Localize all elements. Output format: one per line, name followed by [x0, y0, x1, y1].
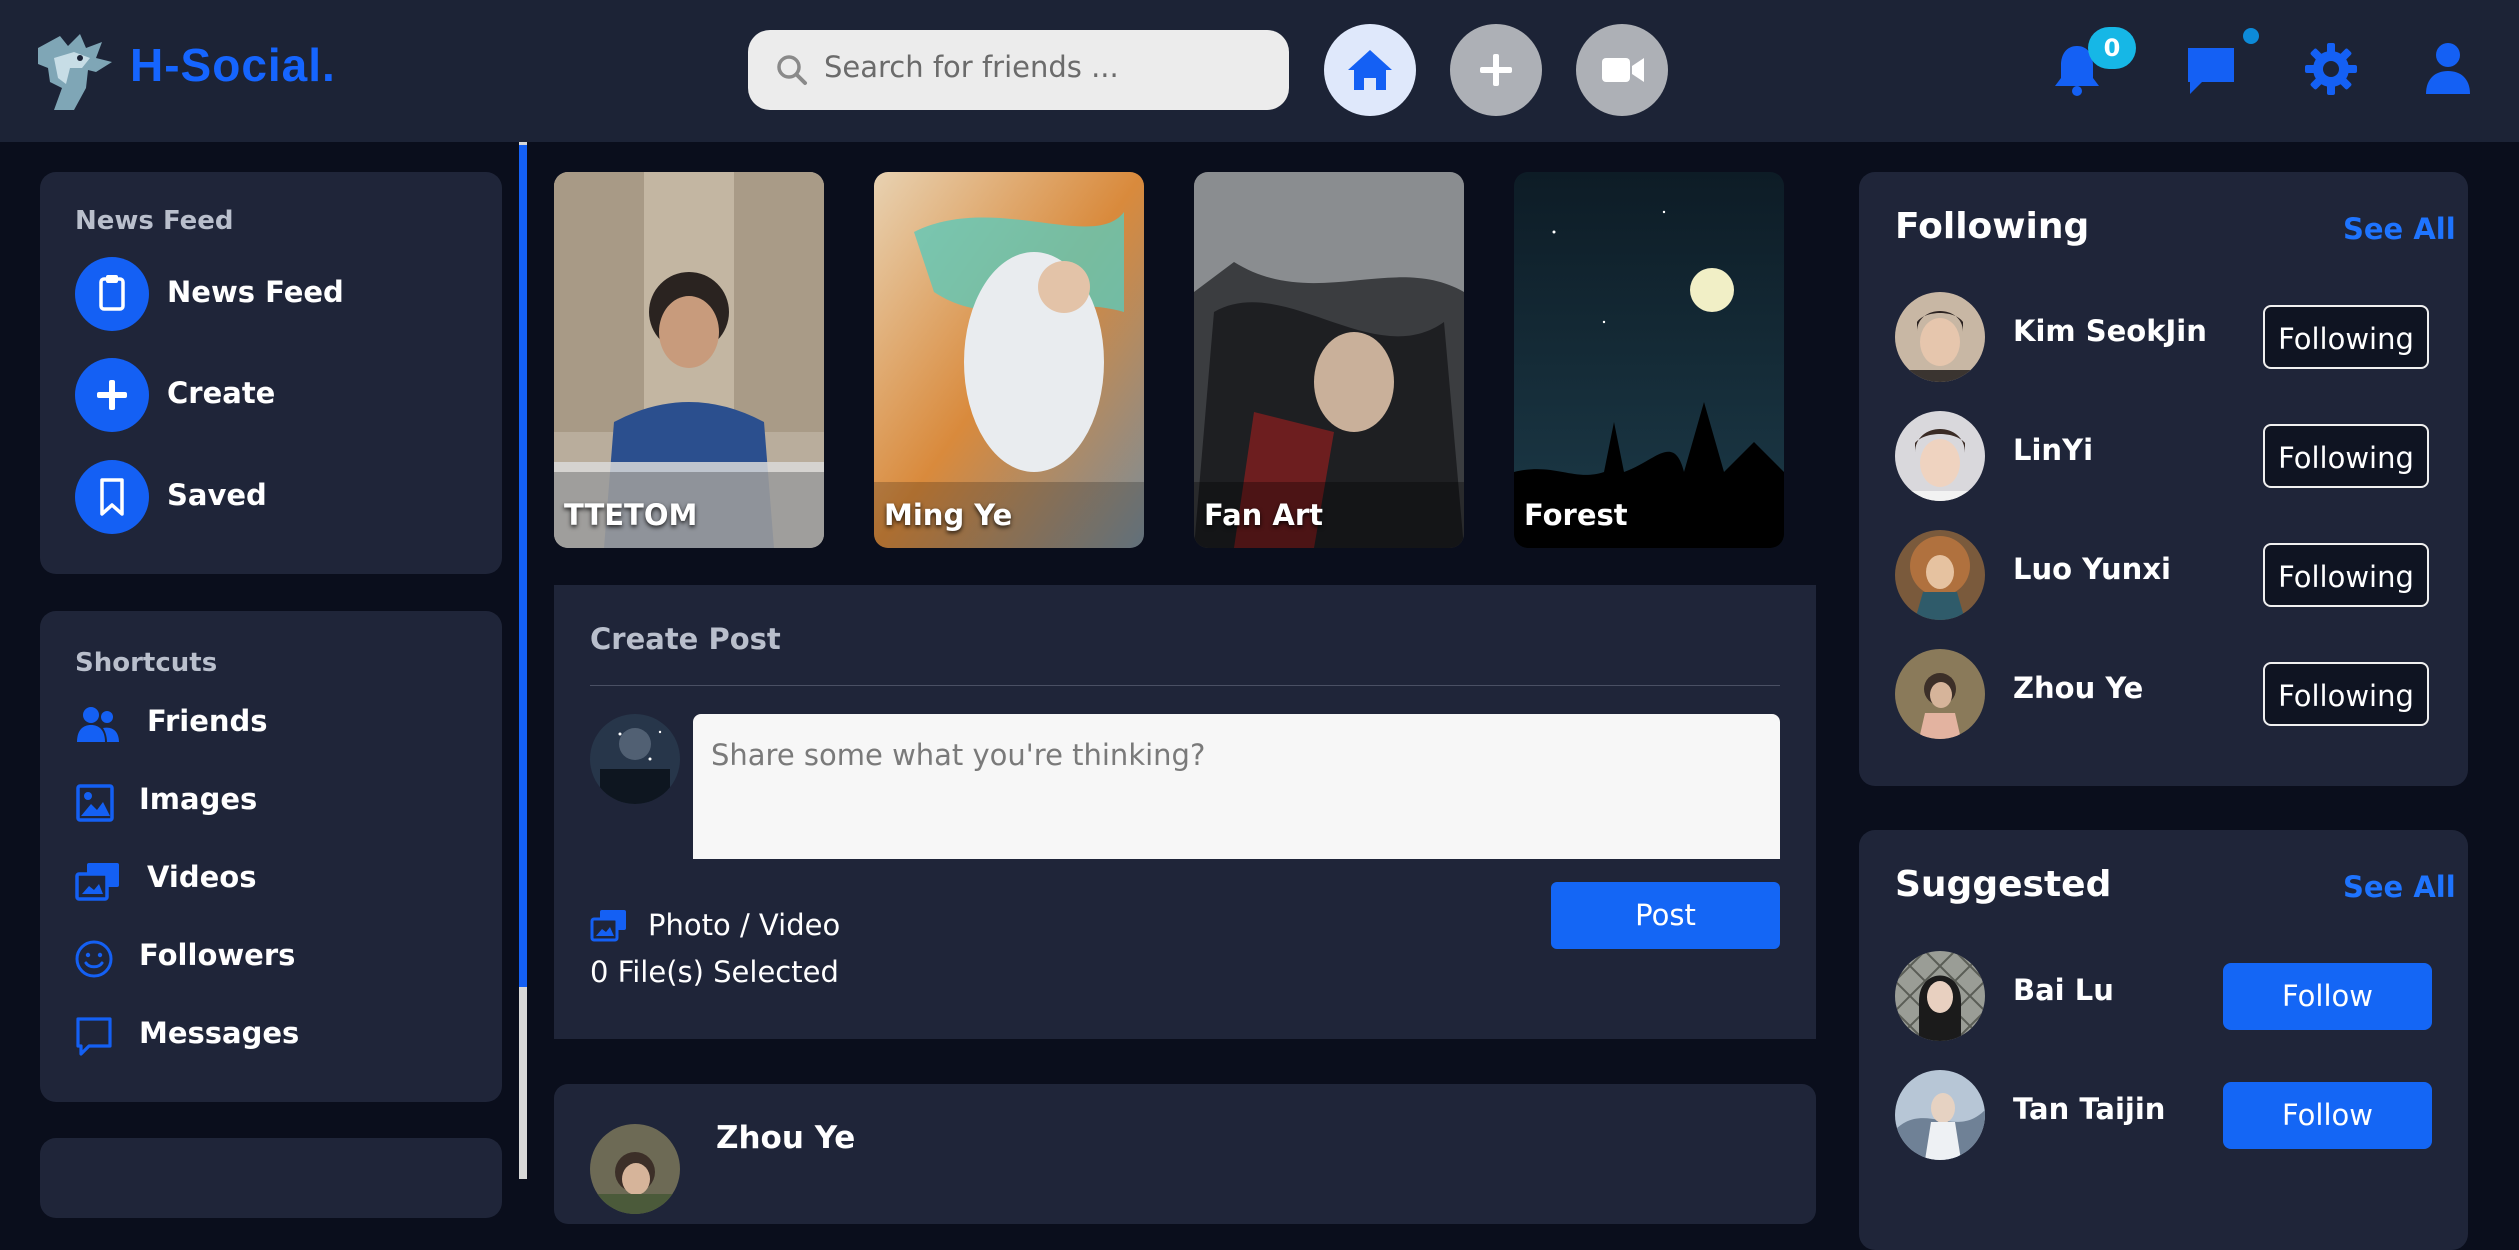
- sidebar-item-friends[interactable]: Friends: [75, 700, 475, 750]
- divider: [590, 685, 1780, 686]
- avatar[interactable]: [1895, 411, 1985, 501]
- following-see-all-link[interactable]: See All: [2343, 212, 2456, 246]
- post-textarea-placeholder[interactable]: Share some what you're thinking?: [711, 738, 1205, 772]
- follow-button[interactable]: Follow: [2223, 963, 2432, 1030]
- post-textarea[interactable]: [693, 714, 1780, 859]
- post-author-name[interactable]: Zhou Ye: [716, 1120, 855, 1156]
- message-square-icon: [76, 1017, 112, 1056]
- story-label: Fan Art: [1204, 498, 1324, 532]
- following-button[interactable]: Following: [2263, 543, 2429, 607]
- story-label: Ming Ye: [884, 498, 1013, 532]
- story-card[interactable]: Ming Ye: [874, 172, 1144, 548]
- sidebar-item-label: Images: [139, 782, 258, 816]
- plus-icon: [75, 358, 149, 432]
- scrollbar-thumb[interactable]: [519, 145, 527, 987]
- story-label: TTETOM: [564, 498, 698, 532]
- home-icon: [1348, 50, 1392, 90]
- video-button[interactable]: [1576, 24, 1668, 116]
- sidebar-item-news-feed[interactable]: News Feed: [75, 257, 475, 335]
- user-name[interactable]: Zhou Ye: [2013, 671, 2143, 705]
- video-camera-icon: [1602, 58, 1644, 82]
- post-button[interactable]: Post: [1551, 882, 1780, 949]
- clipboard-icon: [75, 257, 149, 331]
- plus-icon: [1480, 54, 1512, 86]
- photo-video-icon[interactable]: [590, 908, 628, 942]
- avatar[interactable]: [1895, 292, 1985, 382]
- following-title: Following: [1895, 206, 2090, 247]
- chat-icon[interactable]: [2182, 42, 2240, 98]
- smile-icon: [75, 940, 113, 978]
- story-thumbnail: [554, 172, 824, 548]
- avatar[interactable]: [1895, 1070, 1985, 1160]
- follow-button[interactable]: Follow: [2223, 1082, 2432, 1149]
- gear-icon[interactable]: [2302, 40, 2360, 98]
- photo-video-icon: [75, 863, 119, 901]
- user-name[interactable]: Bai Lu: [2013, 973, 2114, 1007]
- users-icon: [77, 707, 119, 742]
- story-card[interactable]: Forest: [1514, 172, 1784, 548]
- story-thumbnail: [1514, 172, 1784, 548]
- sidebar-item-label: Messages: [139, 1016, 300, 1050]
- sidebar-item-label: Videos: [147, 860, 257, 894]
- add-button[interactable]: [1450, 24, 1542, 116]
- story-card[interactable]: TTETOM: [554, 172, 824, 548]
- sidebar-item-videos[interactable]: Videos: [75, 856, 475, 906]
- user-name[interactable]: LinYi: [2013, 433, 2093, 467]
- following-button[interactable]: Following: [2263, 305, 2429, 369]
- sidebar-item-label: Friends: [147, 704, 268, 738]
- avatar[interactable]: [1895, 951, 1985, 1041]
- story-thumbnail: [1194, 172, 1464, 548]
- brand-name[interactable]: H-Social.: [130, 38, 336, 92]
- following-button[interactable]: Following: [2263, 662, 2429, 726]
- sidebar-item-messages[interactable]: Messages: [75, 1012, 475, 1062]
- image-icon: [76, 784, 114, 822]
- files-selected-status: 0 File(s) Selected: [590, 955, 839, 989]
- news-feed-section-title: News Feed: [75, 206, 234, 236]
- user-name[interactable]: Kim SeokJin: [2013, 314, 2207, 348]
- search-icon: [777, 55, 807, 85]
- sidebar-item-create[interactable]: Create: [75, 358, 475, 436]
- user-name[interactable]: Luo Yunxi: [2013, 552, 2171, 586]
- home-button[interactable]: [1324, 24, 1416, 116]
- bookmark-icon: [75, 460, 149, 534]
- shortcuts-section-title: Shortcuts: [75, 648, 218, 678]
- story-thumbnail: [874, 172, 1144, 548]
- dragon-logo-icon[interactable]: [30, 28, 116, 112]
- sidebar-item-label: Saved: [167, 478, 267, 512]
- sidebar-item-label: Followers: [139, 938, 296, 972]
- notification-badge: 0: [2088, 27, 2136, 69]
- story-label: Forest: [1524, 498, 1628, 532]
- story-card[interactable]: Fan Art: [1194, 172, 1464, 548]
- sidebar-item-saved[interactable]: Saved: [75, 460, 475, 538]
- avatar[interactable]: [590, 714, 680, 804]
- photo-video-button[interactable]: Photo / Video: [648, 908, 840, 942]
- sidebar-item-label: Create: [167, 376, 276, 410]
- avatar[interactable]: [1895, 649, 1985, 739]
- user-name[interactable]: Tan Taijin: [2013, 1092, 2165, 1126]
- search-input[interactable]: Search for friends ...: [824, 50, 1119, 84]
- avatar[interactable]: [1895, 530, 1985, 620]
- following-button[interactable]: Following: [2263, 424, 2429, 488]
- sidebar-item-images[interactable]: Images: [75, 778, 475, 828]
- sidebar-item-label: News Feed: [167, 275, 344, 309]
- unread-dot: [2243, 28, 2259, 44]
- suggested-title: Suggested: [1895, 864, 2112, 905]
- create-post-title: Create Post: [590, 622, 781, 656]
- user-icon[interactable]: [2422, 40, 2474, 96]
- suggested-see-all-link[interactable]: See All: [2343, 870, 2456, 904]
- sidebar-item-followers[interactable]: Followers: [75, 934, 475, 984]
- avatar[interactable]: [590, 1124, 680, 1214]
- sidebar-panel: [40, 1138, 502, 1218]
